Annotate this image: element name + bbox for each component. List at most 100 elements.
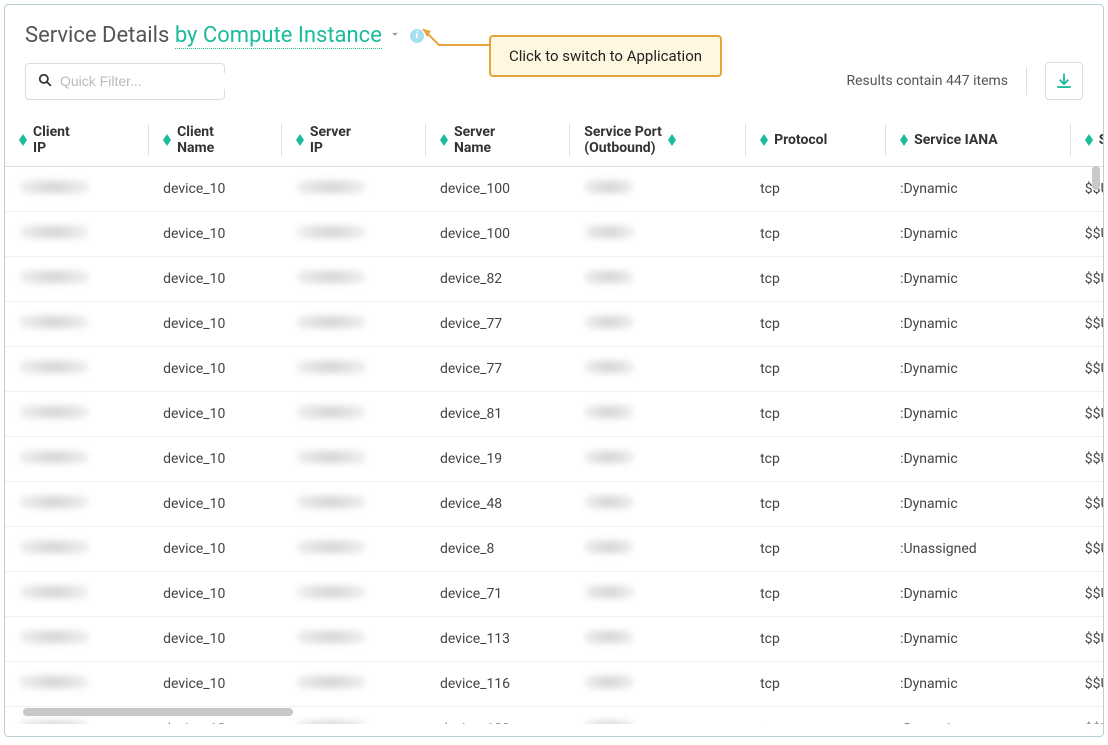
cell-redacted <box>5 437 149 482</box>
table-row[interactable]: device_10device_81tcp:Dynamic$$UNKNO <box>5 392 1103 437</box>
table-scroll[interactable]: ClientIP ClientName ServerIP ServerName Serv… <box>5 114 1103 724</box>
title-prefix: Service Details <box>25 23 175 48</box>
cell: tcp <box>746 167 886 212</box>
view-switch-link[interactable]: by Compute Instance <box>175 23 382 49</box>
cell-redacted <box>5 482 149 527</box>
sort-icon[interactable] <box>296 134 304 146</box>
quick-filter-input[interactable] <box>60 73 241 89</box>
column-label: Service Port(Outbound) <box>584 124 662 156</box>
cell: device_71 <box>426 572 570 617</box>
divider <box>1026 67 1027 95</box>
table-row[interactable]: device_10device_77tcp:Dynamic$$UNKNO <box>5 347 1103 392</box>
cell-redacted <box>282 482 426 527</box>
table-row[interactable]: device_10device_100tcp:Dynamic$$UNKNO <box>5 167 1103 212</box>
cell: device_48 <box>426 482 570 527</box>
cell-redacted <box>570 482 746 527</box>
column-header[interactable]: Protocol <box>746 114 886 167</box>
table-row[interactable]: device_10device_82tcp:Dynamic$$UNKNO <box>5 257 1103 302</box>
column-header[interactable]: ServerName <box>426 114 570 167</box>
cell-redacted <box>282 527 426 572</box>
cell: device_10 <box>149 527 282 572</box>
results-count: Results contain 447 items <box>846 73 1008 89</box>
horizontal-scroll-thumb[interactable] <box>23 708 293 716</box>
table-row[interactable]: device_10device_71tcp:Dynamic$$UNKNO <box>5 572 1103 617</box>
cell: device_10 <box>149 482 282 527</box>
table-row[interactable]: device_10device_77tcp:Dynamic$$UNKNO <box>5 302 1103 347</box>
cell: :Dynamic <box>886 212 1071 257</box>
cell: :Unassigned <box>886 527 1071 572</box>
cell: device_81 <box>426 392 570 437</box>
sort-icon[interactable] <box>900 134 908 146</box>
table-row[interactable]: device_10device_116tcp:Dynamic$$UNKNO <box>5 662 1103 707</box>
cell-redacted <box>5 527 149 572</box>
cell: :Dynamic <box>886 437 1071 482</box>
callout: Click to switch to Application <box>489 35 722 77</box>
sort-icon[interactable] <box>19 134 27 146</box>
download-button[interactable] <box>1045 62 1083 100</box>
cell: tcp <box>746 347 886 392</box>
table-row[interactable]: device_10device_19tcp:Dynamic$$UNKNO <box>5 437 1103 482</box>
quick-filter-wrap[interactable] <box>25 63 225 100</box>
cell: device_10 <box>149 437 282 482</box>
table-row[interactable]: device_10device_100tcp:Dynamic$$UNKNO <box>5 212 1103 257</box>
cell-redacted <box>570 617 746 662</box>
sort-icon[interactable] <box>668 134 676 146</box>
chevron-down-icon[interactable] <box>388 26 402 45</box>
cell: device_10 <box>149 212 282 257</box>
sort-icon[interactable] <box>760 134 768 146</box>
table-wrap: ClientIP ClientName ServerIP ServerName Serv… <box>5 114 1103 724</box>
cell-redacted <box>570 437 746 482</box>
cell: :Dynamic <box>886 302 1071 347</box>
column-label: Service IANA <box>914 132 998 148</box>
horizontal-scrollbar[interactable] <box>23 708 1083 718</box>
cell-redacted <box>282 392 426 437</box>
vertical-scrollbar[interactable] <box>1091 166 1101 706</box>
cell-redacted <box>282 572 426 617</box>
cell: tcp <box>746 257 886 302</box>
cell: :Dynamic <box>886 257 1071 302</box>
sort-icon[interactable] <box>163 134 171 146</box>
column-label: ClientName <box>177 124 214 156</box>
table-row[interactable]: device_10device_48tcp:Dynamic$$UNKNO <box>5 482 1103 527</box>
cell-redacted <box>570 662 746 707</box>
cell: tcp <box>746 617 886 662</box>
cell: :Dynamic <box>886 392 1071 437</box>
cell: tcp <box>746 437 886 482</box>
column-header[interactable]: ClientName <box>149 114 282 167</box>
column-label: ServerName <box>454 124 495 156</box>
cell-redacted <box>570 392 746 437</box>
column-label: Service <box>1099 132 1103 148</box>
table-row[interactable]: device_10device_8tcp:Unassigned$$UNKNO <box>5 527 1103 572</box>
cell: device_10 <box>149 167 282 212</box>
cell-redacted <box>570 347 746 392</box>
cell-redacted <box>570 257 746 302</box>
cell: device_10 <box>149 392 282 437</box>
column-header[interactable]: Service IANA <box>886 114 1071 167</box>
cell-redacted <box>282 257 426 302</box>
cell: tcp <box>746 482 886 527</box>
callout-text: Click to switch to Application <box>489 35 722 77</box>
cell: device_10 <box>149 572 282 617</box>
service-details-panel: Service Details by Compute Instance i Cl… <box>4 4 1104 737</box>
column-label: ClientIP <box>33 124 70 156</box>
sort-icon[interactable] <box>1085 134 1093 146</box>
cell-redacted <box>282 617 426 662</box>
cell: device_10 <box>149 662 282 707</box>
cell: device_100 <box>426 167 570 212</box>
table-row[interactable]: device_10device_113tcp:Dynamic$$UNKNO <box>5 617 1103 662</box>
column-header[interactable]: Service <box>1071 114 1103 167</box>
vertical-scroll-thumb[interactable] <box>1092 166 1100 190</box>
cell-redacted <box>5 392 149 437</box>
cell: tcp <box>746 302 886 347</box>
column-header[interactable]: ServerIP <box>282 114 426 167</box>
sort-icon[interactable] <box>440 134 448 146</box>
column-header[interactable]: ClientIP <box>5 114 149 167</box>
cell: :Dynamic <box>886 167 1071 212</box>
column-header[interactable]: Service Port(Outbound) <box>570 114 746 167</box>
cell-redacted <box>282 437 426 482</box>
cell: device_19 <box>426 437 570 482</box>
cell-redacted <box>5 257 149 302</box>
cell: device_10 <box>149 347 282 392</box>
cell: device_116 <box>426 662 570 707</box>
cell: device_10 <box>149 617 282 662</box>
